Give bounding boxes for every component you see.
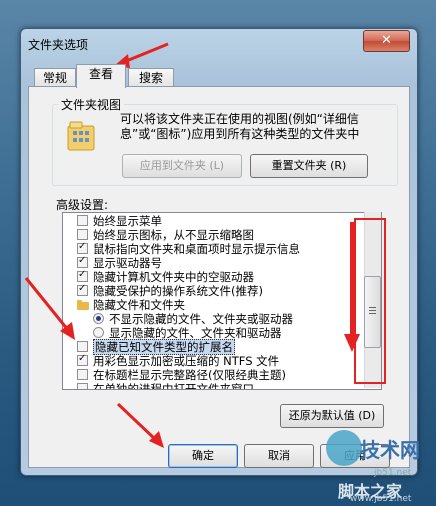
watermark-logo-icon (326, 430, 362, 466)
tab-view[interactable]: 查看 (76, 64, 126, 88)
watermark-url: jb51.net (374, 468, 412, 478)
watermark-url-2: www.jb51.net (350, 494, 412, 504)
watermark-site: 技术网 (360, 438, 420, 462)
annotation-arrows (24, 42, 360, 448)
